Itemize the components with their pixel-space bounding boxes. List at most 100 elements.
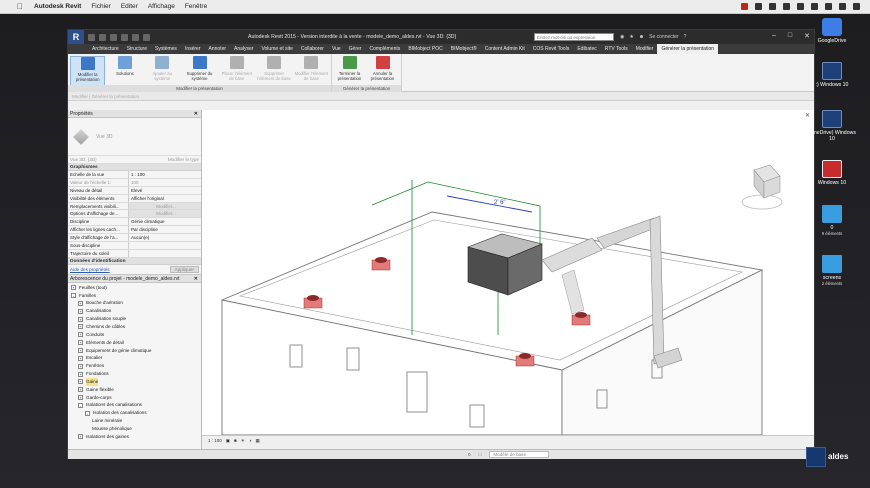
tree-item[interactable]: Mousse phénolique	[68, 425, 201, 433]
expand-icon[interactable]: +	[78, 363, 83, 369]
tab-bimobject-[interactable]: BIMobject®	[447, 44, 481, 54]
minimize-icon[interactable]: –	[772, 32, 776, 40]
property-value[interactable]: Aucun(e)	[129, 234, 201, 241]
tree-item[interactable]: + Eléments de détail	[68, 339, 201, 347]
tab-bimobject-poc[interactable]: BIMobject POC	[404, 44, 446, 54]
tree-item[interactable]: + Gaine	[68, 377, 201, 386]
section-graphics[interactable]: Graphismes	[68, 164, 201, 171]
edit-type-button[interactable]: Modifier le type	[168, 156, 199, 163]
undo-icon[interactable]	[110, 33, 117, 41]
tab-compl-ments[interactable]: Compléments	[365, 44, 404, 54]
expand-icon[interactable]: +	[78, 371, 83, 377]
property-value[interactable]: 100	[129, 179, 201, 186]
property-row[interactable]: Valeur de l'échelle 1: 100	[68, 178, 201, 187]
sun-icon[interactable]: ☀	[241, 436, 245, 444]
battery-icon[interactable]	[825, 3, 832, 10]
tab-content-admin-kit[interactable]: Content Admin Kit	[481, 44, 529, 54]
view-selector[interactable]: Vue 3D: {3D}	[70, 156, 97, 163]
property-row[interactable]: Sous-discipline	[68, 242, 201, 250]
tree-item[interactable]: - Familles	[68, 292, 201, 300]
expand-icon[interactable]: +	[78, 300, 83, 306]
expand-icon[interactable]: +	[78, 434, 83, 440]
visual-style-icon[interactable]: ■	[234, 436, 237, 444]
tab-annoter[interactable]: Annoter	[205, 44, 231, 54]
expand-icon[interactable]: +	[71, 285, 76, 291]
tab-volume-et-site[interactable]: Volume et site	[257, 44, 296, 54]
tree-item[interactable]: + Canalisation	[68, 307, 201, 315]
collapse-icon[interactable]: -	[85, 410, 90, 416]
property-value[interactable]: Par discipline	[129, 226, 201, 233]
type-selector[interactable]: Vue 3D	[68, 118, 201, 156]
tab-architecture[interactable]: Architecture	[88, 44, 123, 54]
redo-icon[interactable]	[121, 33, 128, 41]
tab-collaborer[interactable]: Collaborer	[297, 44, 328, 54]
expand-icon[interactable]: +	[78, 355, 83, 361]
tab-syst-mes[interactable]: Systèmes	[151, 44, 181, 54]
collapse-icon[interactable]: -	[71, 293, 76, 299]
close-icon[interactable]: ✕	[194, 275, 198, 283]
property-row[interactable]: Trajectoire du soleil	[68, 249, 201, 258]
property-value[interactable]: Afficher l'original	[129, 195, 201, 202]
property-row[interactable]: Remplacements visibili... Modifier...	[68, 202, 201, 211]
tree-item[interactable]: Laine minérale	[68, 417, 201, 425]
revit-logo-icon[interactable]: R	[68, 30, 84, 44]
tab-analyser[interactable]: Analyser	[230, 44, 257, 54]
desktop-icon[interactable]: Windows 10	[806, 160, 858, 186]
expand-icon[interactable]: +	[78, 379, 83, 385]
expand-icon[interactable]: +	[78, 340, 83, 346]
collapse-icon[interactable]: -	[78, 402, 83, 408]
workset-icon[interactable]: □	[479, 450, 482, 459]
tab-edibatec[interactable]: Edibatec	[573, 44, 600, 54]
tree-item[interactable]: + Bouche d'aération	[68, 299, 201, 307]
binoculars-icon[interactable]: ◉	[620, 34, 624, 40]
property-row[interactable]: Echelle de la vue 1 : 100	[68, 171, 201, 179]
tab-vue[interactable]: Vue	[328, 44, 345, 54]
menu-editer[interactable]: Editer	[121, 3, 138, 10]
tree-item[interactable]: + Feuilles (tout)	[68, 284, 201, 292]
expand-icon[interactable]: +	[78, 395, 83, 401]
tab-g-n-rer-la-pr-sentation[interactable]: Générer la présentation	[657, 44, 719, 54]
design-option-field[interactable]: Modèle de base	[489, 451, 550, 458]
tree-item[interactable]: + Garde-corps	[68, 394, 201, 402]
desktop-icon[interactable]: :) Windows 10	[806, 62, 858, 88]
record-icon[interactable]	[741, 3, 748, 10]
tree-item[interactable]: + Gaine flexible	[68, 386, 201, 394]
notification-icon[interactable]	[853, 3, 860, 10]
desktop-icon[interactable]: (OneDrive) Windows 10	[806, 110, 858, 142]
tree-item[interactable]: + Equipement de génie climatique	[68, 347, 201, 355]
measure-icon[interactable]	[143, 33, 150, 41]
shadow-icon[interactable]: ◑	[249, 436, 252, 444]
edit-property-button[interactable]: Modifier...	[129, 210, 201, 218]
tree-item[interactable]: - Isolations des canalisations	[68, 401, 201, 409]
user-icon[interactable]: ☻	[639, 34, 644, 40]
help-icon[interactable]: ?	[684, 34, 687, 40]
tab-ins-rer[interactable]: Insérer	[181, 44, 205, 54]
tree-item[interactable]: + Conduits	[68, 331, 201, 339]
app-name[interactable]: Autodesk Revit	[34, 3, 81, 10]
dropbox-icon[interactable]	[769, 3, 776, 10]
expand-icon[interactable]: +	[78, 387, 83, 393]
property-value[interactable]: Génie climatique	[129, 218, 201, 225]
desktop-icon[interactable]: 09 éléments	[806, 205, 858, 237]
menu-fenetre[interactable]: Fenêtre	[185, 3, 207, 10]
view-scale[interactable]: 1 : 100	[208, 436, 222, 444]
tree-item[interactable]: + Fenêtres	[68, 362, 201, 370]
tree-item[interactable]: + Fondations	[68, 370, 201, 378]
expand-icon[interactable]: +	[78, 347, 83, 353]
search-icon[interactable]	[839, 3, 846, 10]
property-value[interactable]	[129, 250, 201, 257]
view-cube-icon[interactable]	[741, 164, 783, 210]
volume-icon[interactable]	[811, 3, 818, 10]
menu-fichier[interactable]: Fichier	[91, 3, 111, 10]
tab-modifier[interactable]: Modifier	[632, 44, 658, 54]
property-value[interactable]: Elevé	[129, 187, 201, 194]
tree-item[interactable]: + Canalisation souple	[68, 315, 201, 323]
property-row[interactable]: Discipline Génie climatique	[68, 218, 201, 227]
tree-item[interactable]: + Isolations des gaines	[68, 433, 201, 441]
tree-item[interactable]: + Escalier	[68, 354, 201, 362]
desktop-icon[interactable]: screens 2 éléments	[806, 255, 858, 287]
tree-item[interactable]: - Isolation des canalisations	[68, 409, 201, 417]
property-value[interactable]	[129, 242, 201, 249]
property-row[interactable]: Visibilité des éléments Afficher l'origin…	[68, 194, 201, 203]
crop-icon[interactable]: ▦	[256, 436, 260, 444]
